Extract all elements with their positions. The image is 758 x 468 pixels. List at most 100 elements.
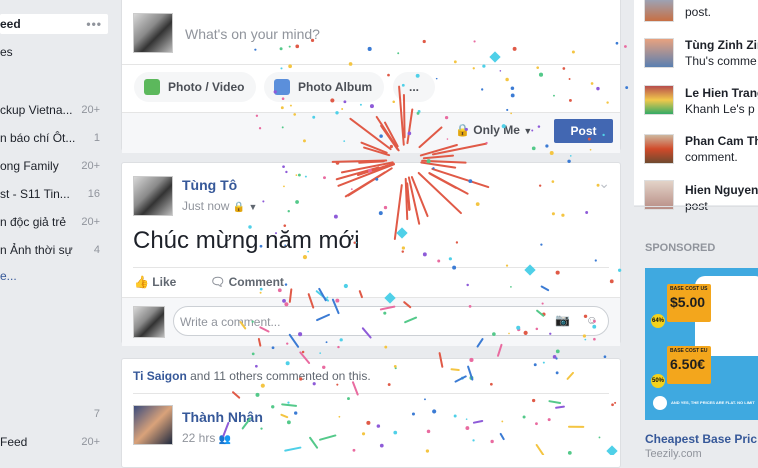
photo-video-label: Photo / Video (168, 80, 244, 94)
sidebar-item-news-feed[interactable]: eed ••• (0, 14, 108, 34)
ad-image[interactable]: BASE COST US $5.00 64% BASE COST EU 6.50… (645, 268, 758, 420)
sidebar-item-label: es (0, 42, 13, 62)
sidebar-item-label: n Ảnh thời sự (0, 240, 73, 260)
us-label: BASE COST US (667, 284, 711, 294)
photo-icon (144, 79, 160, 95)
photo-album-button[interactable]: Photo Album (264, 72, 384, 102)
post-card: Tùng Tô Just now 🔒 ▼ ⌄ Chúc mừng năm mới… (121, 162, 621, 344)
sidebar-item-label: n độc giả trẻ (0, 212, 66, 232)
sidebar-item-count: 4 (94, 240, 100, 260)
avatar[interactable] (133, 405, 173, 445)
sidebar-item-group[interactable]: ong Family 20+ (0, 156, 108, 176)
camera-icon[interactable]: 📷 (555, 313, 570, 327)
discount-badge: 64% (651, 314, 665, 328)
avatar[interactable] (133, 13, 173, 53)
divider (133, 393, 609, 394)
composer-footer (122, 112, 620, 153)
comment-icon: 🗨 (210, 275, 225, 289)
avatar[interactable] (644, 134, 674, 164)
confetti-dot (570, 155, 572, 157)
post-author[interactable]: Thành Nhân (182, 409, 263, 425)
avatar[interactable] (133, 176, 173, 216)
divider (634, 206, 758, 207)
right-column: post. Tùng Zinh Zin Thu's comme Le Hien … (634, 0, 758, 455)
more-options-icon[interactable]: ••• (86, 14, 102, 34)
lock-icon: 🔒 (455, 123, 470, 137)
ticker-text[interactable]: Thu's comme (685, 54, 757, 68)
sticker-icon[interactable]: ☺ (586, 313, 598, 327)
caret-down-icon[interactable]: ▼ (249, 202, 258, 212)
confetti-dot (337, 346, 339, 348)
comment-input[interactable]: Write a comment... 📷 ☺ (173, 306, 609, 336)
like-button[interactable]: 👍 Like (134, 275, 176, 289)
avatar[interactable] (644, 38, 674, 68)
more-label: ... (409, 80, 419, 94)
caret-down-icon: ▼ (523, 126, 532, 136)
sidebar-item-label: Feed (0, 432, 27, 452)
comment-button[interactable]: 🗨 Comment (210, 275, 284, 289)
lock-icon: 🔒 (233, 202, 245, 213)
price-tag-eu: BASE COST EU 6.50€ (667, 346, 711, 384)
see-more-link[interactable]: e... (0, 266, 108, 286)
sidebar-item-label: n báo chí Ôt... (0, 128, 75, 148)
confetti-dot (556, 349, 560, 353)
ticker-text[interactable]: comment. (685, 150, 738, 164)
post-button[interactable]: Post (554, 119, 613, 143)
photo-video-button[interactable]: Photo / Video (134, 72, 256, 102)
ad-footer-text: AND YES, THE PRICES ARE FLAT. NO LIMIT (671, 400, 755, 405)
confetti-dot (319, 352, 321, 354)
thumbs-up-icon: 👍 (134, 275, 149, 289)
chevron-down-icon[interactable]: ⌄ (598, 175, 610, 192)
sidebar-item-label: e... (0, 266, 17, 286)
sidebar-item-unnamed[interactable]: 7 (0, 404, 108, 424)
sidebar-item-group[interactable]: n Ảnh thời sự 4 (0, 240, 108, 260)
sidebar-item-count: 20+ (81, 156, 100, 176)
post-label: Post (570, 124, 596, 138)
post-meta: 22 hrs 👥 (182, 431, 231, 445)
confetti-dot (302, 351, 305, 354)
sidebar-item-group[interactable]: n báo chí Ôt... 1 (0, 128, 108, 148)
ticker-name[interactable]: Hien Nguyen (685, 183, 758, 197)
sidebar-item-feed[interactable]: Feed 20+ (0, 432, 108, 452)
sidebar-item-group[interactable]: n độc giả trẻ 20+ (0, 212, 108, 232)
avatar[interactable] (644, 0, 674, 22)
ticker-name[interactable]: Le Hien Trang (685, 86, 758, 100)
privacy-selector[interactable]: 🔒 Only Me ▼ (455, 123, 532, 137)
composer-input[interactable]: What's on your mind? (185, 26, 320, 42)
ad-title[interactable]: Cheapest Base Pric (645, 432, 757, 446)
ticker-name[interactable]: Tùng Zinh Zin (685, 38, 758, 52)
comment-placeholder: Write a comment... (180, 315, 280, 329)
sidebar-item-label: eed (0, 14, 21, 34)
sidebar-item-group[interactable]: ckup Vietna... 20+ (0, 100, 108, 120)
post-author[interactable]: Tùng Tô (182, 177, 237, 193)
sidebar-item-label: st - S11 Tin... (0, 184, 70, 204)
eu-price: 6.50€ (667, 356, 711, 372)
post-text: Chúc mừng năm mới (133, 227, 360, 255)
photo-album-label: Photo Album (298, 80, 372, 94)
left-sidebar: eed ••• es ckup Vietna... 20+ n báo chí … (0, 0, 112, 455)
post-time[interactable]: 22 hrs (182, 431, 215, 445)
like-label: Like (152, 275, 176, 289)
ad-domain[interactable]: Teezily.com (645, 448, 702, 460)
sidebar-item-count: 1 (94, 128, 100, 148)
comment-label: Comment (229, 275, 284, 289)
confetti-streak (498, 345, 502, 356)
ticker-name[interactable]: Phan Cam Th (685, 134, 758, 148)
sponsored-heading: SPONSORED (645, 242, 715, 254)
divider (133, 267, 609, 268)
sidebar-item-count: 20+ (81, 432, 100, 452)
sidebar-item-messages[interactable]: es (0, 42, 108, 62)
post-time[interactable]: Just now (182, 199, 229, 213)
us-price: $5.00 (667, 294, 711, 310)
activity-name-link[interactable]: Ti Saigon (133, 369, 187, 383)
ticker-text[interactable]: Khanh Le's p (685, 102, 755, 116)
sidebar-item-label: ong Family (0, 156, 59, 176)
avatar[interactable] (644, 85, 674, 115)
ticker-text[interactable]: post. (685, 5, 711, 19)
sidebar-item-group[interactable]: st - S11 Tin... 16 (0, 184, 108, 204)
activity-text: and 11 others commented on this. (187, 369, 371, 383)
privacy-label: Only Me (473, 123, 520, 137)
avatar (133, 306, 165, 338)
activity-line: Ti Saigon and 11 others commented on thi… (133, 369, 371, 383)
more-button[interactable]: ... (393, 72, 435, 102)
